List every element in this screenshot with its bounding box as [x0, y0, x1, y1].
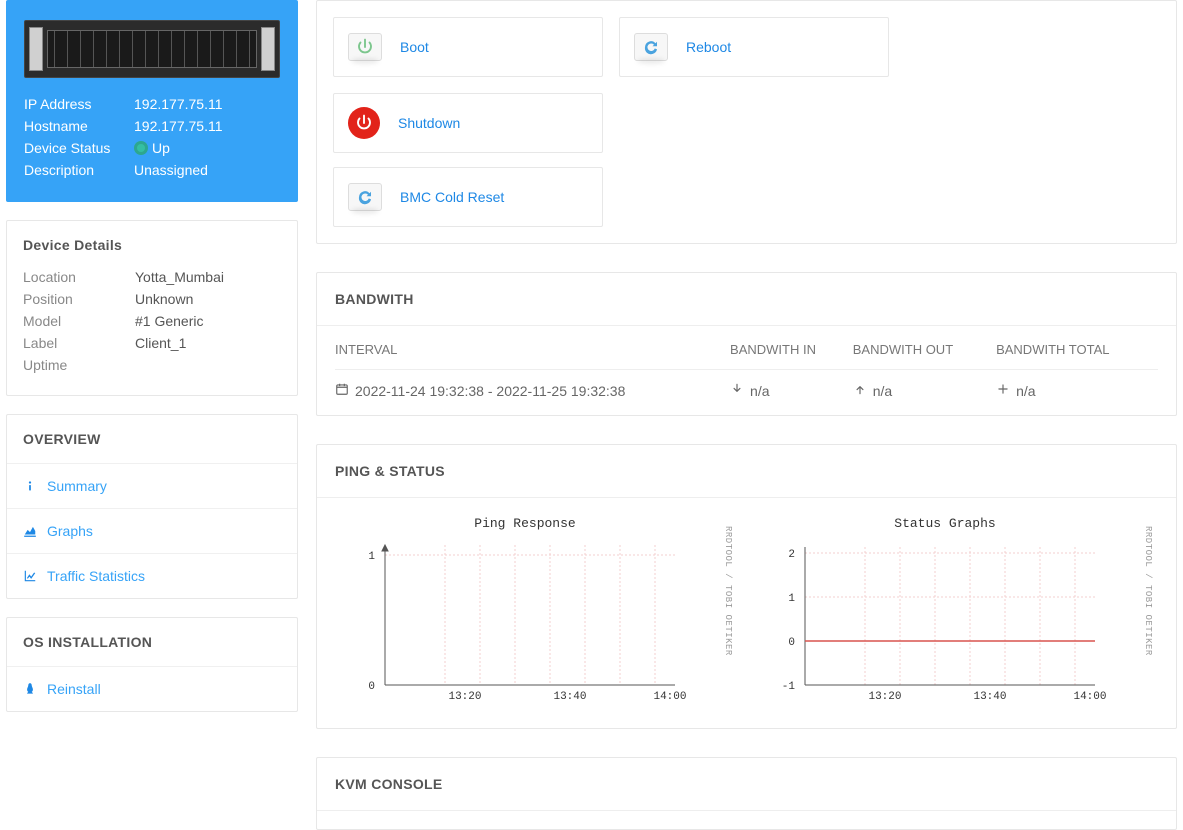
svg-text:13:20: 13:20 — [868, 691, 901, 701]
device-info-card: IP Address 192.177.75.11 Hostname 192.17… — [6, 0, 298, 202]
svg-text:13:20: 13:20 — [448, 691, 481, 701]
col-total: BANDWITH TOTAL — [996, 326, 1158, 370]
bmc-reset-button[interactable]: BMC Cold Reset — [333, 167, 603, 227]
shutdown-label: Shutdown — [398, 115, 460, 131]
label-value: Client_1 — [135, 335, 186, 351]
bw-in-value: n/a — [750, 383, 769, 399]
bandwidth-title: BANDWITH — [317, 273, 1176, 326]
boot-label: Boot — [400, 39, 429, 55]
shutdown-icon — [348, 107, 380, 139]
ip-label: IP Address — [24, 96, 134, 112]
svg-text:14:00: 14:00 — [653, 691, 686, 701]
status-value: Up — [152, 140, 170, 156]
col-interval: INTERVAL — [335, 326, 730, 370]
svg-text:2: 2 — [788, 549, 795, 561]
status-label: Device Status — [24, 140, 134, 156]
svg-text:1: 1 — [368, 551, 375, 563]
svg-text:-1: -1 — [782, 681, 796, 693]
ping-chart: Ping Response — [335, 516, 715, 704]
position-value: Unknown — [135, 291, 193, 307]
svg-text:13:40: 13:40 — [553, 691, 586, 701]
svg-text:14:00: 14:00 — [1073, 691, 1106, 701]
ip-value: 192.177.75.11 — [134, 96, 280, 112]
svg-text:13:40: 13:40 — [973, 691, 1006, 701]
model-label: Model — [23, 313, 135, 329]
model-value: #1 Generic — [135, 313, 203, 329]
svg-text:0: 0 — [368, 681, 375, 693]
nav-label-reinstall: Reinstall — [47, 681, 101, 697]
svg-text:0: 0 — [788, 637, 795, 649]
bw-out-value: n/a — [873, 383, 892, 399]
location-value: Yotta_Mumbai — [135, 269, 224, 285]
bandwidth-panel: BANDWITH INTERVAL BANDWITH IN BANDWITH O… — [316, 272, 1177, 416]
area-chart-icon — [23, 524, 37, 538]
bandwidth-table: INTERVAL BANDWITH IN BANDWITH OUT BANDWI… — [335, 326, 1158, 415]
overview-title: OVERVIEW — [7, 415, 297, 463]
description-label: Description — [24, 162, 134, 178]
bmc-reset-label: BMC Cold Reset — [400, 189, 504, 205]
nav-item-reinstall[interactable]: Reinstall — [7, 666, 297, 711]
info-icon — [23, 479, 37, 493]
boot-button[interactable]: Boot — [333, 17, 603, 77]
location-label: Location — [23, 269, 135, 285]
hostname-value: 192.177.75.11 — [134, 118, 280, 134]
device-details-title: Device Details — [7, 221, 297, 269]
rrd-watermark: RRDTOOL / TOBI OETIKER — [723, 526, 733, 694]
overview-card: OVERVIEW Summary Graphs — [6, 414, 298, 599]
status-badge: Up — [134, 140, 280, 156]
interval-value: 2022-11-24 19:32:38 - 2022-11-25 19:32:3… — [355, 383, 625, 399]
power-icon — [348, 33, 382, 61]
label-label: Label — [23, 335, 135, 351]
line-chart-icon — [23, 569, 37, 583]
nav-item-graphs[interactable]: Graphs — [7, 508, 297, 553]
os-install-card: OS INSTALLATION Reinstall — [6, 617, 298, 712]
kvm-panel: KVM CONSOLE — [316, 757, 1177, 830]
arrow-down-icon — [730, 382, 744, 399]
plus-icon — [996, 382, 1010, 399]
col-out: BANDWITH OUT — [853, 326, 996, 370]
nav-label-summary: Summary — [47, 478, 107, 494]
kvm-title: KVM CONSOLE — [317, 758, 1176, 811]
description-value: Unassigned — [134, 162, 280, 178]
server-image — [24, 20, 280, 78]
refresh-icon — [348, 183, 382, 211]
calendar-icon — [335, 382, 349, 399]
refresh-icon — [634, 33, 668, 61]
svg-text:1: 1 — [788, 593, 795, 605]
position-label: Position — [23, 291, 135, 307]
nav-item-traffic[interactable]: Traffic Statistics — [7, 553, 297, 598]
status-dot-icon — [134, 141, 148, 155]
table-row: 2022-11-24 19:32:38 - 2022-11-25 19:32:3… — [335, 370, 1158, 416]
nav-label-graphs: Graphs — [47, 523, 93, 539]
reboot-button[interactable]: Reboot — [619, 17, 889, 77]
uptime-label: Uptime — [23, 357, 135, 373]
nav-label-traffic: Traffic Statistics — [47, 568, 145, 584]
ping-chart-title: Ping Response — [335, 516, 715, 531]
os-install-title: OS INSTALLATION — [7, 618, 297, 666]
linux-icon — [23, 682, 37, 696]
status-chart-title: Status Graphs — [755, 516, 1135, 531]
arrow-up-icon — [853, 382, 867, 399]
reboot-label: Reboot — [686, 39, 731, 55]
bw-total-value: n/a — [1016, 383, 1035, 399]
device-details-card: Device Details LocationYotta_Mumbai Posi… — [6, 220, 298, 396]
nav-item-summary[interactable]: Summary — [7, 463, 297, 508]
ping-title: PING & STATUS — [317, 445, 1176, 498]
actions-panel: Boot Reboot Shutdown — [316, 0, 1177, 244]
shutdown-button[interactable]: Shutdown — [333, 93, 603, 153]
hostname-label: Hostname — [24, 118, 134, 134]
ping-status-panel: PING & STATUS Ping Response — [316, 444, 1177, 729]
status-chart: Status Graphs — [755, 516, 1135, 704]
rrd-watermark: RRDTOOL / TOBI OETIKER — [1143, 526, 1153, 694]
col-in: BANDWITH IN — [730, 326, 853, 370]
